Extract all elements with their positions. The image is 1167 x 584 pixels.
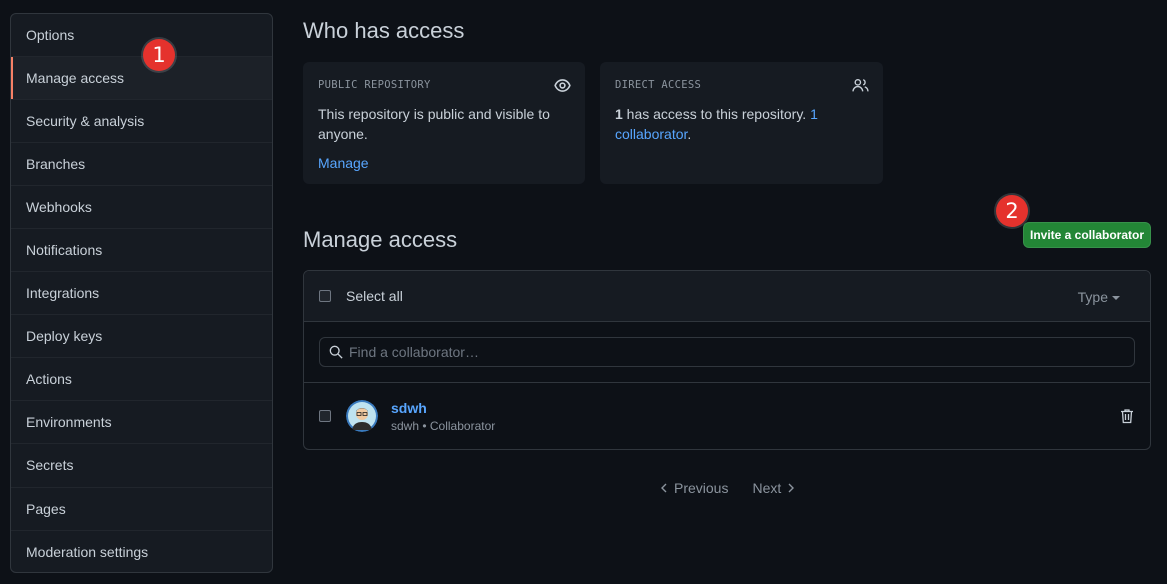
chevron-right-icon [788,483,795,493]
chevron-down-icon [1112,296,1120,301]
sidebar-item-security-analysis[interactable]: Security & analysis [11,100,272,144]
public-repository-card: PUBLIC REPOSITORY This repository is pub… [303,62,585,184]
sidebar-item-manage-access[interactable]: Manage access [11,57,272,101]
member-username-link[interactable]: sdwh [391,400,495,416]
type-filter-label: Type [1077,289,1108,305]
who-has-access-heading: Who has access [303,18,465,43]
annotation-badge-2: 2 [996,195,1028,227]
trash-icon[interactable] [1120,408,1134,424]
sidebar-item-webhooks[interactable]: Webhooks [11,186,272,230]
type-filter-dropdown[interactable]: Type [1078,289,1120,305]
collaborators-box: Select all Type sdwh sdwh • Collaborator [303,270,1151,450]
eye-icon [554,79,571,92]
direct-access-count: 1 [615,106,623,122]
public-repository-label: PUBLIC REPOSITORY [318,79,431,91]
sidebar-item-integrations[interactable]: Integrations [11,272,272,316]
search-row [304,322,1150,383]
sidebar-item-moderation-settings[interactable]: Moderation settings [11,531,272,572]
select-all-checkbox[interactable] [319,290,331,302]
direct-access-description: has access to this repository. [622,106,811,122]
search-icon [329,345,343,359]
sidebar-item-deploy-keys[interactable]: Deploy keys [11,315,272,359]
member-checkbox[interactable] [319,410,331,422]
list-item: sdwh sdwh • Collaborator [304,383,1150,449]
avatar[interactable] [346,400,378,432]
next-label: Next [752,480,782,496]
sidebar-item-branches[interactable]: Branches [11,143,272,187]
settings-sidebar: Options Manage access Security & analysi… [10,13,273,573]
sidebar-item-notifications[interactable]: Notifications [11,229,272,273]
people-icon [852,78,869,92]
previous-page-button[interactable]: Previous [660,480,728,496]
next-page-button[interactable]: Next [752,480,795,496]
sidebar-item-options[interactable]: Options [11,14,272,58]
pagination: Previous Next [660,480,795,496]
sidebar-item-actions[interactable]: Actions [11,358,272,402]
select-all-label: Select all [346,288,403,304]
previous-label: Previous [674,480,729,496]
chevron-left-icon [661,483,667,493]
sidebar-item-pages[interactable]: Pages [11,488,272,531]
member-role: sdwh • Collaborator [391,418,496,433]
search-field [319,337,1135,367]
direct-access-card: DIRECT ACCESS 1 has access to this repos… [600,62,883,184]
manage-access-heading: Manage access [303,227,458,252]
direct-access-text: 1 has access to this repository. 1 colla… [615,104,868,144]
sidebar-item-environments[interactable]: Environments [11,401,272,445]
sidebar-item-secrets[interactable]: Secrets [11,444,272,488]
find-collaborator-input[interactable] [349,344,1109,360]
invite-collaborator-button[interactable]: Invite a collaborator [1023,222,1151,248]
direct-access-period: . [687,126,692,142]
manage-visibility-link[interactable]: Manage [318,155,369,171]
direct-access-label: DIRECT ACCESS [615,79,702,91]
member-info: sdwh sdwh • Collaborator [391,400,495,433]
annotation-badge-1: 1 [143,39,175,71]
collaborators-box-header: Select all Type [304,271,1150,322]
public-repository-text: This repository is public and visible to… [318,106,550,142]
